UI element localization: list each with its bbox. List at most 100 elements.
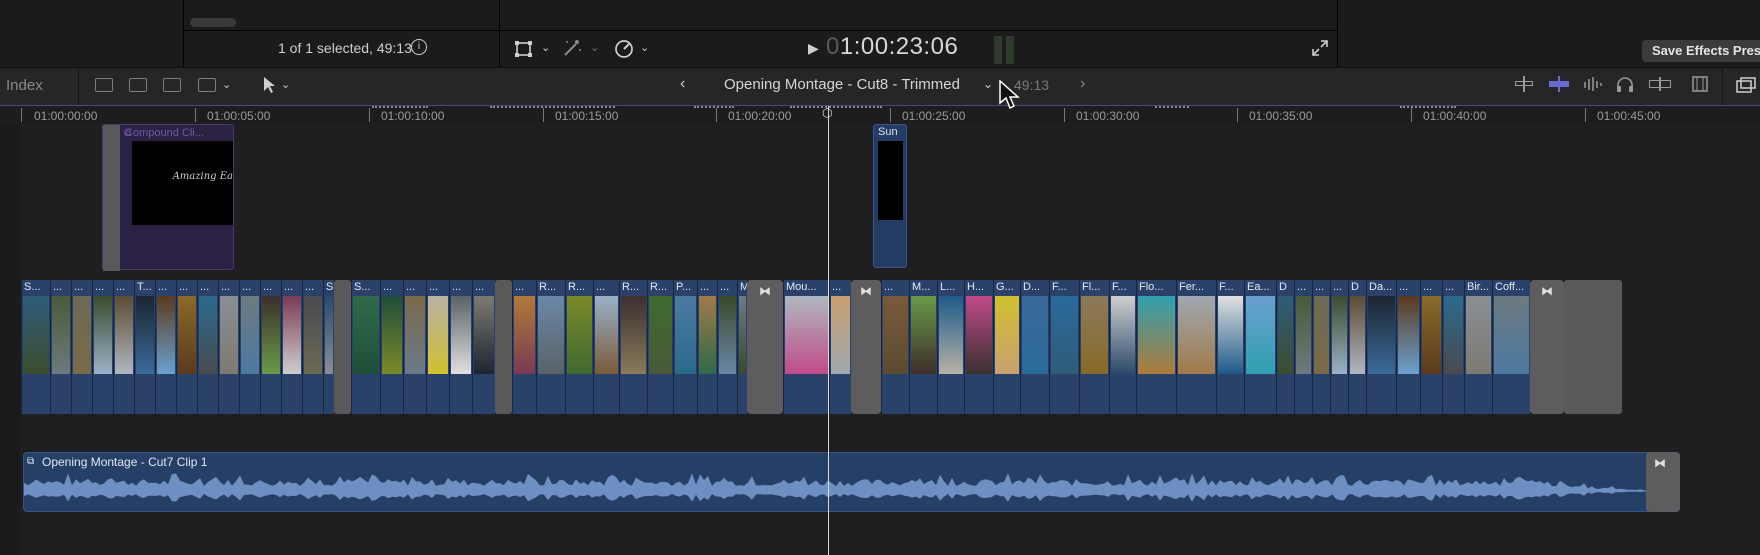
chevron-down-icon[interactable]: ⌄ — [541, 41, 550, 54]
filmstrip-icon[interactable] — [1692, 76, 1708, 92]
storyline-clip[interactable]: ... — [472, 280, 495, 414]
clip-appearance-icon[interactable] — [1736, 77, 1756, 93]
snapping-icon[interactable] — [1549, 76, 1569, 92]
back-arrow-icon[interactable]: ‹ — [680, 75, 685, 93]
compound-clip[interactable]: ⧉ Compound Cli... Amazing Ea — [102, 124, 234, 271]
storyline-clip[interactable]: P... — [673, 280, 697, 414]
storyline-clip[interactable]: ... — [260, 280, 281, 414]
storyline-clip[interactable]: T... — [134, 280, 155, 414]
storyline-clip[interactable]: L... — [937, 280, 964, 414]
storyline-clip[interactable]: R... — [619, 280, 647, 414]
storyline-clip[interactable]: ... — [197, 280, 218, 414]
clip-skimming-icon[interactable] — [1515, 76, 1533, 92]
timecode-display[interactable]: 01:00:23:06 — [826, 33, 958, 61]
storyline-clip[interactable]: S — [323, 280, 334, 414]
storyline-clip[interactable]: Ea... — [1244, 280, 1276, 414]
save-effects-preset-button[interactable]: Save Effects Prese — [1642, 40, 1760, 62]
connected-clip-sun[interactable]: Sun — [873, 124, 907, 268]
storyline-clip[interactable]: ... — [593, 280, 619, 414]
cross-dissolve-transition[interactable]: ⧓ — [1530, 280, 1564, 414]
chevron-down-icon[interactable]: ⌄ — [640, 41, 649, 54]
storyline-clip[interactable]: D — [1276, 280, 1294, 414]
storyline-clip[interactable]: ... — [1442, 280, 1464, 414]
connect-clip-icon[interactable] — [95, 78, 113, 92]
storyline-clip[interactable]: G... — [993, 280, 1020, 414]
storyline-clip[interactable]: ... — [50, 280, 71, 414]
storyline-clip[interactable]: D — [1348, 280, 1366, 414]
gap-clip[interactable] — [495, 280, 512, 414]
playhead-handle[interactable]: ⬡ — [822, 106, 832, 120]
forward-arrow-icon[interactable]: › — [1080, 75, 1085, 93]
storyline-clip[interactable]: S... — [351, 280, 380, 414]
enhance-icon[interactable] — [561, 38, 583, 58]
storyline-clip[interactable]: ... — [380, 280, 403, 414]
chevron-down-icon[interactable]: ⌄ — [281, 78, 290, 91]
storyline-clip[interactable]: ... — [155, 280, 176, 414]
storyline-clip[interactable]: ... — [881, 280, 909, 414]
storyline-clip[interactable]: Mou... — [783, 280, 829, 414]
storyline-clip[interactable]: Flo... — [1136, 280, 1176, 414]
solo-icon[interactable] — [1649, 77, 1671, 91]
cross-dissolve-transition[interactable]: ⧓ — [851, 280, 881, 414]
primary-storyline[interactable]: S............... T.......................… — [21, 280, 1741, 414]
storyline-clip[interactable]: Bir... — [1464, 280, 1492, 414]
storyline-clip[interactable]: ... — [449, 280, 472, 414]
project-title[interactable]: Opening Montage - Cut8 - Trimmed — [724, 76, 960, 93]
storyline-clip[interactable]: S... — [21, 280, 50, 414]
play-icon[interactable]: ▶ — [808, 40, 819, 57]
speed-icon[interactable] — [614, 39, 634, 59]
storyline-clip[interactable]: F... — [1049, 280, 1079, 414]
info-icon[interactable]: i — [411, 39, 427, 55]
overwrite-clip-icon[interactable] — [198, 78, 216, 92]
storyline-clip[interactable]: ... — [176, 280, 197, 414]
storyline-clip[interactable]: ... — [512, 280, 536, 414]
transform-icon[interactable] — [514, 40, 536, 58]
storyline-clip[interactable]: F... — [1216, 280, 1244, 414]
storyline-clip[interactable]: Fer... — [1176, 280, 1216, 414]
playhead[interactable] — [828, 106, 829, 555]
fullscreen-icon[interactable] — [1312, 40, 1328, 56]
chevron-down-icon[interactable]: ⌄ — [590, 41, 599, 54]
storyline-clip[interactable]: ... — [1330, 280, 1348, 414]
storyline-clip[interactable]: ... — [697, 280, 717, 414]
headphones-icon[interactable] — [1616, 76, 1634, 93]
storyline-clip[interactable]: Coff... — [1492, 280, 1530, 414]
storyline-clip[interactable]: D... — [1020, 280, 1049, 414]
storyline-clip[interactable]: ... — [1294, 280, 1312, 414]
gap-clip[interactable] — [1564, 280, 1622, 414]
storyline-clip[interactable]: ... — [1396, 280, 1420, 414]
storyline-clip[interactable]: ... — [239, 280, 260, 414]
insert-clip-icon[interactable] — [129, 78, 147, 92]
storyline-clip[interactable]: ... — [426, 280, 449, 414]
index-button[interactable]: Index — [6, 77, 43, 94]
storyline-clip[interactable]: Da... — [1366, 280, 1396, 414]
storyline-clip[interactable]: ... — [1312, 280, 1330, 414]
storyline-clip[interactable]: ... — [403, 280, 426, 414]
cross-dissolve-transition[interactable]: ⧓ — [1646, 452, 1680, 512]
gap-clip[interactable] — [103, 125, 120, 271]
storyline-clip[interactable]: ... — [113, 280, 134, 414]
storyline-clip[interactable]: ... — [92, 280, 113, 414]
storyline-clip[interactable]: Fl... — [1079, 280, 1109, 414]
storyline-clip[interactable]: R... — [647, 280, 673, 414]
storyline-clip[interactable]: R... — [565, 280, 593, 414]
storyline-clip[interactable]: ... — [829, 280, 851, 414]
cross-dissolve-transition[interactable]: ⧓ — [747, 280, 783, 414]
chevron-down-icon[interactable]: ⌄ — [222, 78, 231, 91]
gap-clip[interactable] — [334, 280, 351, 414]
storyline-clip[interactable]: R... — [536, 280, 565, 414]
storyline-clip[interactable]: M... — [909, 280, 937, 414]
storyline-clip[interactable]: ... — [218, 280, 239, 414]
timeline[interactable]: ⧉ Compound Cli... Amazing Ea Sun S......… — [0, 124, 1760, 555]
storyline-clip[interactable]: M — [737, 280, 747, 414]
storyline-clip[interactable]: ... — [71, 280, 92, 414]
browser-scrollbar[interactable] — [190, 18, 236, 27]
select-tool-icon[interactable] — [262, 76, 276, 94]
storyline-clip[interactable]: ... — [302, 280, 323, 414]
chevron-down-icon[interactable]: ⌄ — [983, 77, 993, 91]
storyline-clip[interactable]: F... — [1109, 280, 1136, 414]
append-clip-icon[interactable] — [163, 78, 181, 92]
storyline-clip[interactable]: ... — [717, 280, 737, 414]
audio-skimming-icon[interactable] — [1583, 76, 1603, 92]
audio-clip[interactable]: ⧉ Opening Montage - Cut7 Clip 1 — [23, 452, 1680, 512]
